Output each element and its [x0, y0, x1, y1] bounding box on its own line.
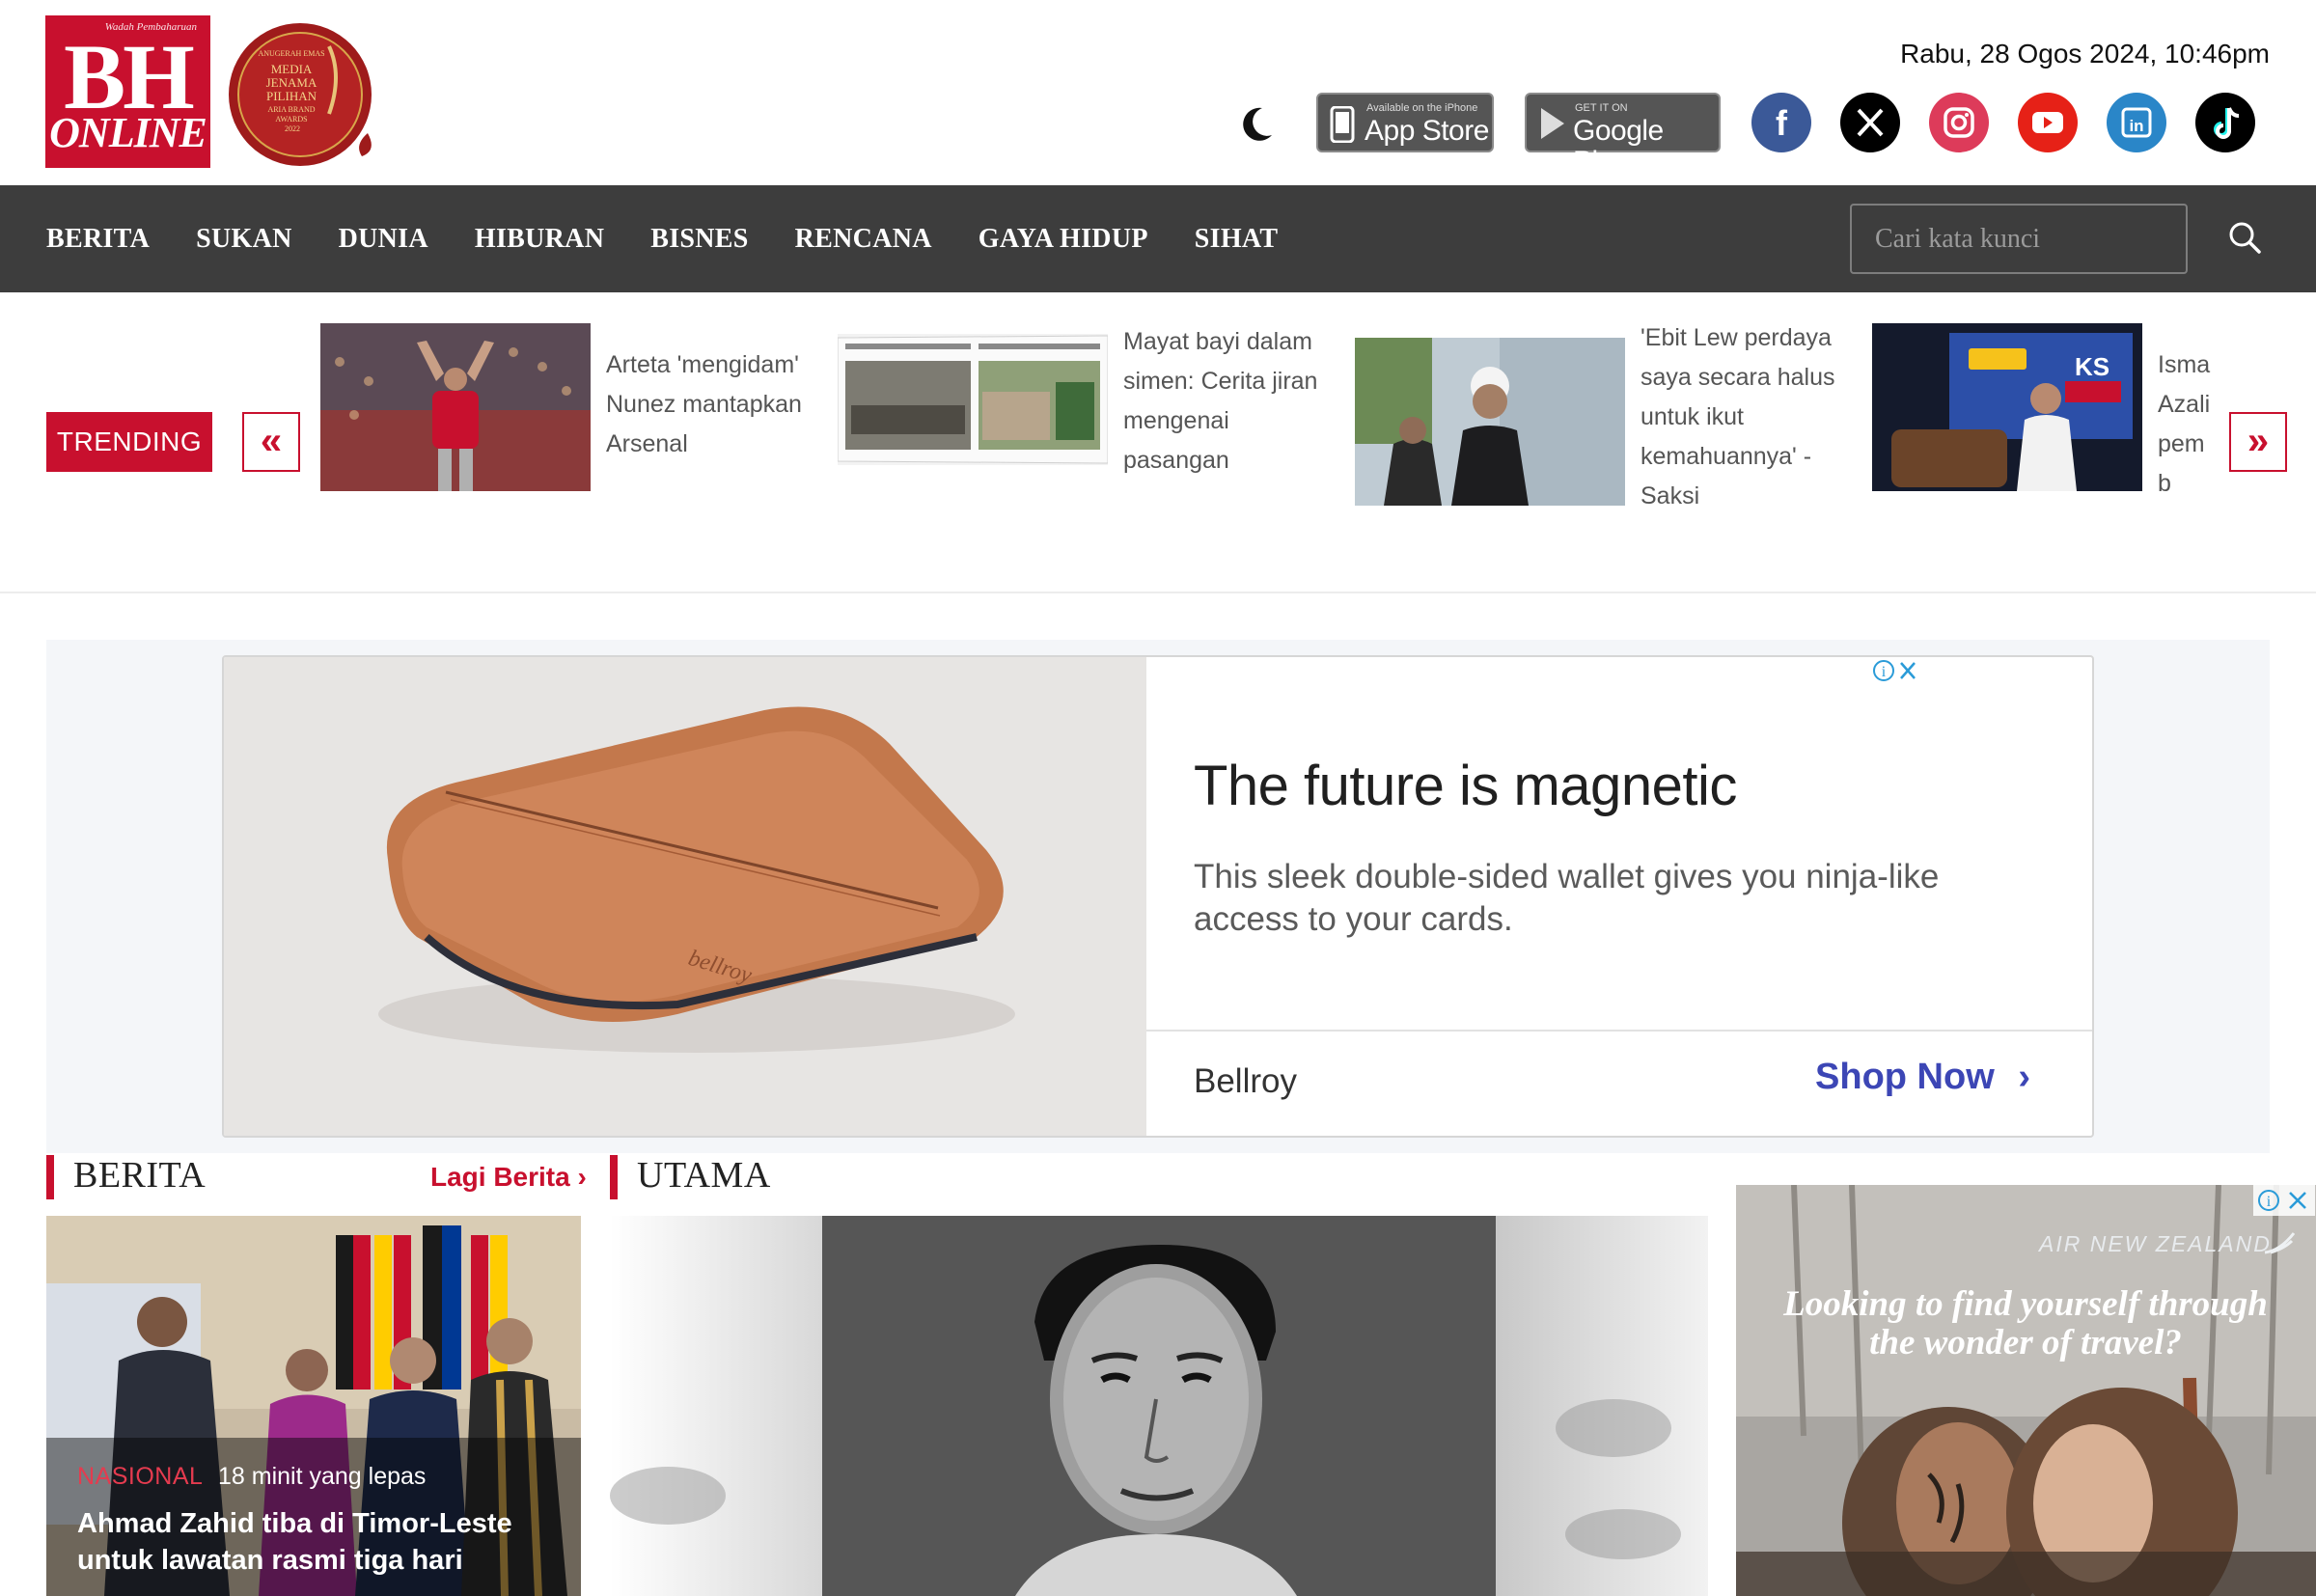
trending-item[interactable]: 'Ebit Lew perdaya saya secara halus untu…: [1355, 318, 1857, 540]
dark-mode-moon-icon[interactable]: [1233, 100, 1280, 147]
side-ad-brand: AIR NEW ZEALAND: [2039, 1231, 2272, 1256]
svg-text:i: i: [1882, 664, 1887, 680]
trending-item[interactable]: Arteta 'mengidam' Nunez mantapkan Arsena…: [320, 318, 822, 540]
ad-description[interactable]: This sleek double-sided wallet gives you…: [1194, 856, 2024, 941]
app-store-small-text: Available on the iPhone: [1366, 102, 1478, 114]
side-ad-headline[interactable]: Looking to find yourself through the won…: [1765, 1285, 2286, 1362]
ad-container: bellroy The future is magnetic This slee…: [46, 640, 2270, 1153]
air-new-zealand-ad[interactable]: AIR NEW ZEALAND Looking to find yourself…: [1736, 1185, 2316, 1596]
search-icon[interactable]: [2227, 220, 2262, 255]
trending-title[interactable]: 'Ebit Lew perdaya saya secara halus untu…: [1640, 318, 1853, 516]
award-badge: ANUGERAH EMAS MEDIA JENAMA PILIHAN ARIA …: [229, 23, 372, 166]
ad-headline[interactable]: The future is magnetic: [1194, 754, 1737, 818]
ad-separator: [1146, 1030, 2092, 1032]
card-headline[interactable]: Ahmad Zahid tiba di Timor-Leste untuk la…: [77, 1505, 560, 1579]
google-play-label: Google Play: [1573, 115, 1664, 178]
trending-thumbnail[interactable]: [838, 334, 1108, 465]
nav-item-gaya-hidup[interactable]: GAYA HIDUP: [979, 224, 1148, 255]
trending-carousel: Arteta 'mengidam' Nunez mantapkan Arsena…: [320, 318, 2212, 540]
award-line-4: PILIHAN: [266, 89, 317, 103]
nav-item-sihat[interactable]: SIHAT: [1195, 224, 1279, 255]
main-nav: BERITA SUKAN DUNIA HIBURAN BISNES RENCAN…: [0, 185, 2316, 292]
berita-lead-card[interactable]: NASIONAL 18 minit yang lepas Ahmad Zahid…: [46, 1216, 581, 1596]
nav-item-berita[interactable]: BERITA: [46, 224, 150, 255]
trending-title[interactable]: Mayat bayi dalam simen: Cerita jiran men…: [1123, 322, 1336, 481]
utama-section-title[interactable]: UTAMA: [637, 1154, 771, 1197]
trending-title[interactable]: Arteta 'mengidam' Nunez mantapkan Arsena…: [606, 345, 818, 464]
app-store-button[interactable]: Available on the iPhone App Store: [1316, 93, 1494, 152]
facebook-icon[interactable]: f: [1751, 93, 1811, 152]
google-play-small-text: GET IT ON: [1575, 102, 1628, 114]
nav-item-hiburan[interactable]: HIBURAN: [475, 224, 604, 255]
nav-item-sukan[interactable]: SUKAN: [196, 224, 292, 255]
youtube-icon[interactable]: [2018, 93, 2078, 152]
bellroy-ad[interactable]: bellroy The future is magnetic This slee…: [222, 655, 2094, 1138]
award-line-2: MEDIA: [271, 62, 313, 76]
linkedin-icon[interactable]: in: [2107, 93, 2166, 152]
more-berita-link[interactable]: Lagi Berita ›: [430, 1162, 587, 1193]
utama-section-bar: [610, 1155, 618, 1199]
nav-item-rencana[interactable]: RENCANA: [795, 224, 932, 255]
trending-item[interactable]: Mayat bayi dalam simen: Cerita jiran men…: [838, 318, 1339, 540]
nav-item-dunia[interactable]: DUNIA: [339, 224, 428, 255]
koru-logo-icon: [2264, 1232, 2296, 1254]
google-play-button[interactable]: GET IT ON Google Play: [1525, 93, 1721, 178]
logo-sub: ONLINE: [49, 109, 207, 156]
berita-section-title[interactable]: BERITA: [73, 1154, 206, 1197]
x-icon[interactable]: [1840, 93, 1900, 152]
trending-thumbnail[interactable]: [1355, 338, 1625, 506]
side-adchoices-icon[interactable]: i: [2253, 1185, 2315, 1216]
bh-online-logo[interactable]: Wadah Pembaharuan BH ONLINE: [45, 15, 210, 168]
award-line-7: 2022: [285, 124, 300, 133]
ad-shop-now-button[interactable]: Shop Now ›: [1815, 1057, 2030, 1098]
tiktok-icon[interactable]: [2195, 93, 2255, 152]
google-play-icon: [1541, 108, 1564, 139]
search-input[interactable]: [1850, 204, 2188, 274]
nav-item-bisnes[interactable]: BISNES: [650, 224, 748, 255]
chevron-right-icon: ›: [2018, 1057, 2030, 1097]
card-timestamp: 18 minit yang lepas: [218, 1463, 427, 1490]
ad-cta-label: Shop Now: [1815, 1057, 1995, 1097]
ad-brand[interactable]: Bellroy: [1194, 1062, 1297, 1101]
utama-lead-image[interactable]: [610, 1216, 1708, 1596]
section-divider: [0, 592, 2316, 593]
award-line-6: AWARDS: [275, 115, 307, 124]
trending-item[interactable]: KS Isma Azali pemb: [1872, 318, 2212, 540]
svg-text:KS: KS: [2075, 352, 2109, 381]
svg-text:f: f: [1776, 103, 1788, 143]
card-category[interactable]: NASIONAL: [77, 1463, 203, 1491]
trending-thumbnail[interactable]: KS: [1872, 323, 2142, 491]
award-line-3: JENAMA: [266, 75, 317, 90]
award-line-5: ARIA BRAND: [267, 105, 315, 114]
trending-label: TRENDING: [46, 412, 212, 472]
nav-menu: BERITA SUKAN DUNIA HIBURAN BISNES RENCAN…: [46, 185, 1278, 292]
site-header: Wadah Pembaharuan BH ONLINE ANUGERAH EMA…: [0, 0, 2316, 185]
iphone-icon: [1330, 106, 1355, 143]
date-time: Rabu, 28 Ogos 2024, 10:46pm: [1900, 39, 2270, 69]
ad-product-image[interactable]: bellroy: [224, 657, 1146, 1136]
berita-section-bar: [46, 1155, 54, 1199]
app-store-label: App Store: [1365, 115, 1489, 147]
adchoices-icon[interactable]: i: [1872, 656, 1920, 685]
svg-text:i: i: [2267, 1194, 2272, 1210]
trending-title[interactable]: Isma Azali pemb: [2158, 345, 2212, 504]
trending-thumbnail[interactable]: [320, 323, 591, 491]
trending-prev-button[interactable]: «: [242, 412, 300, 472]
trending-next-button[interactable]: »: [2229, 412, 2287, 472]
award-line-1: ANUGERAH EMAS: [258, 49, 324, 58]
instagram-icon[interactable]: [1929, 93, 1989, 152]
svg-text:in: in: [2129, 117, 2143, 135]
